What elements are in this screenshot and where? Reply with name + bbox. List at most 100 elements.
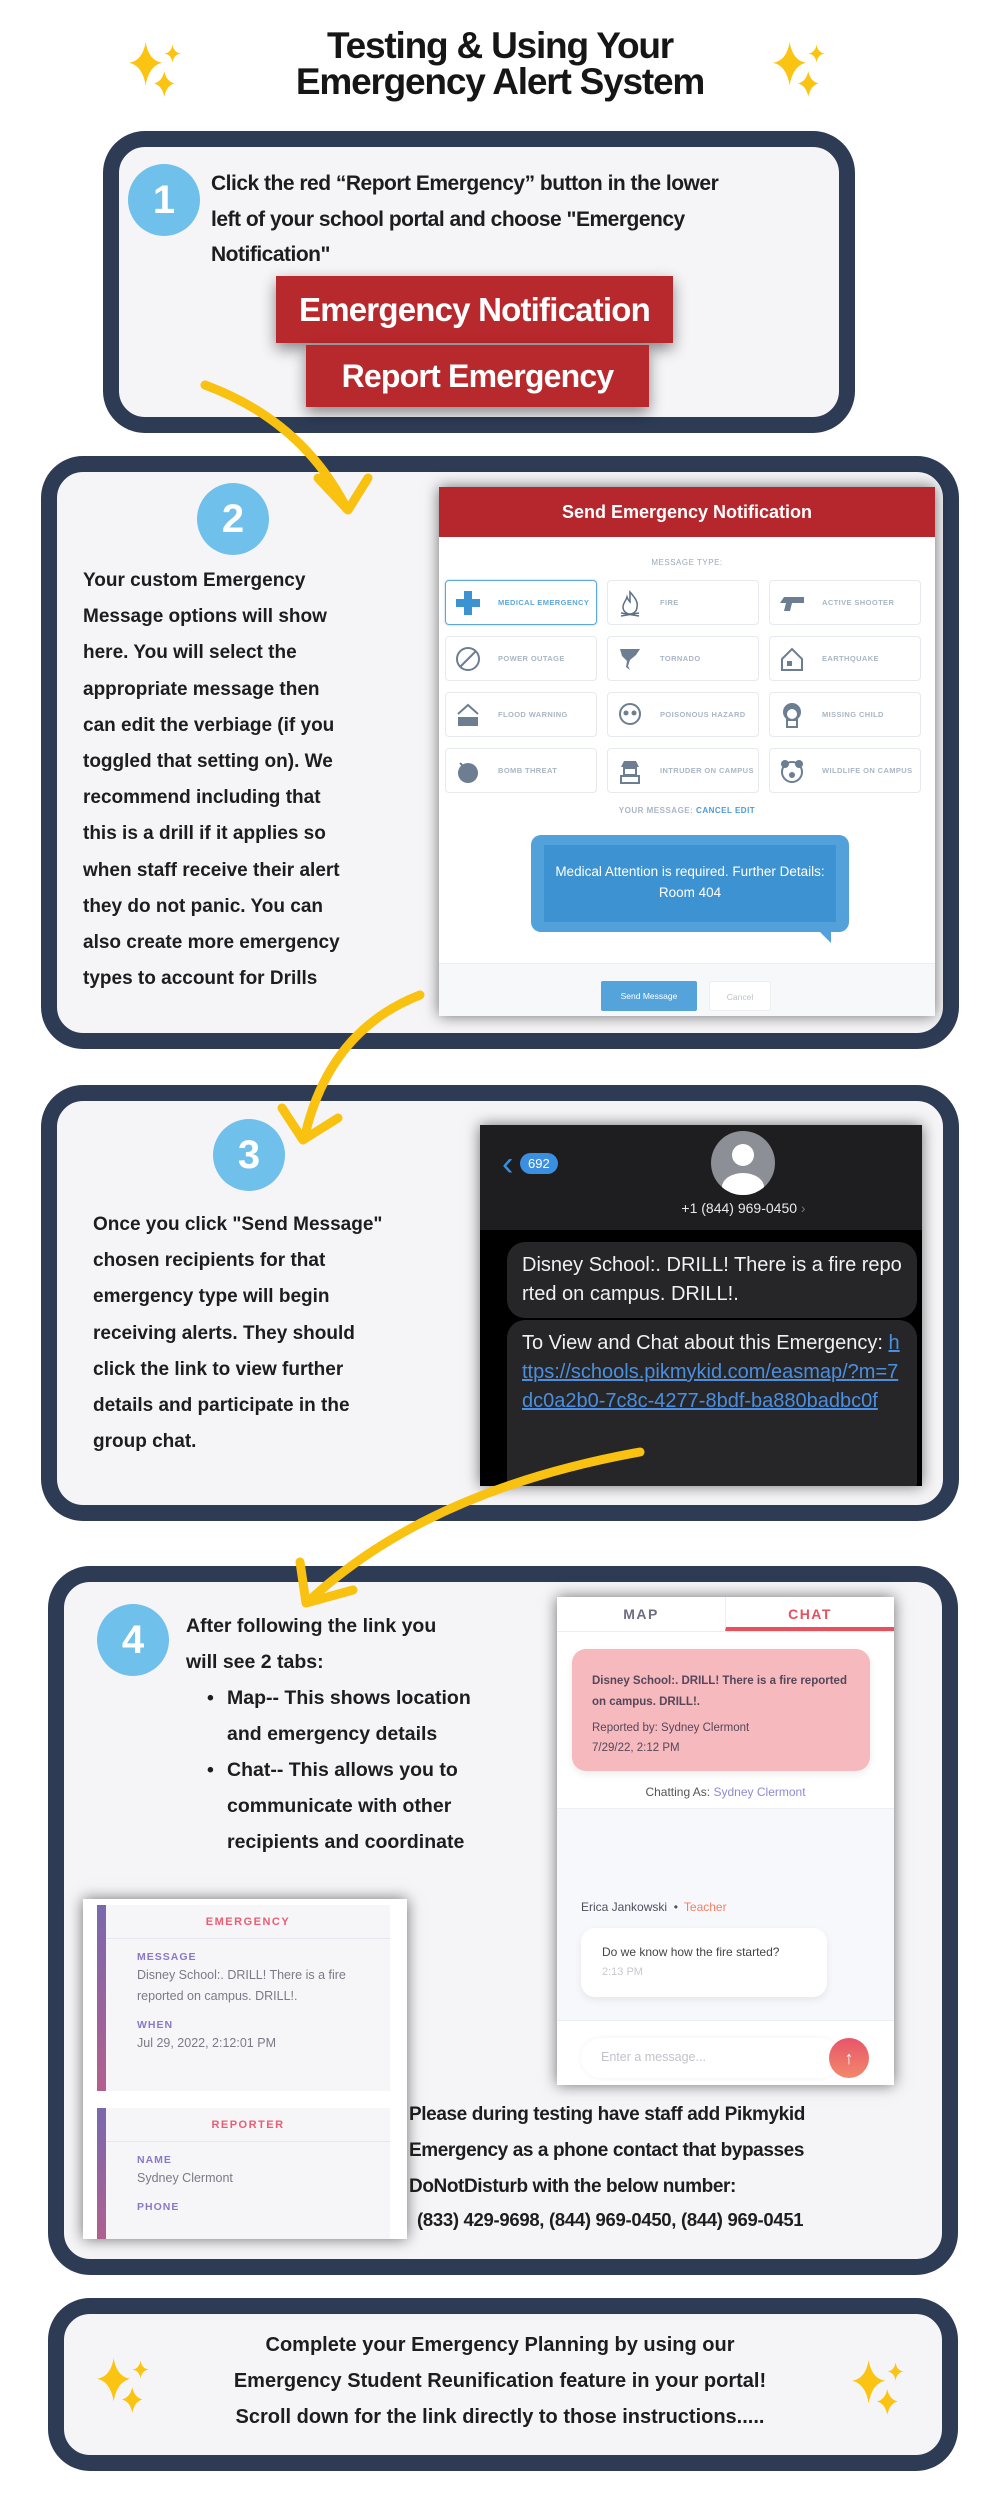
power-outage-icon xyxy=(456,646,480,671)
message-type-label: ACTIVE SHOOTER xyxy=(822,598,895,607)
text-line: Once you click "Send Message" xyxy=(93,1214,383,1235)
step-number-4: 4 xyxy=(97,1604,169,1676)
skull-icon xyxy=(619,702,641,725)
text-line: receiving alerts. They should xyxy=(93,1322,355,1344)
text-line: Message options will show xyxy=(83,606,327,628)
cancel-edit-link[interactable]: CANCEL EDIT xyxy=(696,806,755,815)
message-type-label: MESSAGE TYPE: xyxy=(651,558,723,567)
tornado-icon xyxy=(620,648,640,670)
text-line: and emergency details xyxy=(227,1723,438,1745)
message-input[interactable]: Enter a message... xyxy=(581,2038,841,2078)
sms-header: ‹ 692 +1 (844) 969-0450 › xyxy=(480,1125,922,1230)
tab-list-item-chat: • Chat-- This allows you to communicate wi… xyxy=(207,1752,537,1860)
medical-cross-icon xyxy=(456,590,480,615)
message-type-power-outage[interactable]: POWER OUTAGE xyxy=(445,636,597,681)
tab-list: • Map-- This shows location and emergency … xyxy=(207,1680,537,1860)
tab-chat[interactable]: CHAT xyxy=(725,1597,894,1631)
text-line: Chat-- This allows you to xyxy=(227,1759,458,1781)
text-line: details and participate in the xyxy=(93,1395,350,1417)
contact-number[interactable]: +1 (844) 969-0450 › xyxy=(480,1200,922,1216)
text-line: chosen recipients for that xyxy=(93,1250,326,1272)
text-line: After following the link you xyxy=(186,1615,437,1637)
text-line: here. You will select the xyxy=(83,642,297,664)
text-line: types to account for Drills xyxy=(83,968,318,990)
fire-icon xyxy=(620,589,640,617)
message-type-wildlife-on-campus[interactable]: WILDLIFE ON CAMPUS xyxy=(769,748,921,793)
text-line: recommend including that xyxy=(83,787,321,809)
message-type-label: WILDLIFE ON CAMPUS xyxy=(822,766,913,775)
message-type-tornado[interactable]: TORNADO xyxy=(607,636,759,681)
chat-screenshot: MAP CHAT Disney School:. DRILL! There is… xyxy=(557,1597,894,2085)
text-line: communicate with other xyxy=(227,1795,452,1817)
text-line: Emergency Student Reunification feature … xyxy=(233,2370,767,2392)
message-type-label: BOMB THREAT xyxy=(498,766,558,775)
text-line: Your custom Emergency xyxy=(83,570,306,591)
send-arrow-icon[interactable]: ↑ xyxy=(829,2038,869,2078)
step-4-intro: After following the link you will see 2 t… xyxy=(186,1608,436,1680)
text-line: recipients and coordinate xyxy=(227,1831,465,1853)
send-message-button[interactable]: Send Message xyxy=(601,981,697,1011)
emergency-details-card: EMERGENCY MESSAGE Disney School:. DRILL!… xyxy=(83,1899,407,2239)
closing-text: Complete your Emergency Planning by usin… xyxy=(130,2327,870,2435)
message-type-label: FIRE xyxy=(660,598,679,607)
report-emergency-button[interactable]: Report Emergency xyxy=(306,345,649,407)
bubble-tail xyxy=(819,931,831,943)
message-type-poisonous-hazard[interactable]: POISONOUS HAZARD xyxy=(607,692,759,737)
text-line: appropriate message then xyxy=(83,678,320,700)
step-1-text: Click the red “Report Emergency” button … xyxy=(211,166,719,273)
message-sender: Erica Jankowski • Teacher xyxy=(581,1900,727,1914)
step-2-text: Your custom Emergency Message options wil… xyxy=(83,563,340,997)
emergency-phone-numbers: (833) 429-9698, (844) 969-0450, (844) 96… xyxy=(417,2209,804,2230)
message-type-fire[interactable]: FIRE xyxy=(607,580,759,625)
tab-map[interactable]: MAP xyxy=(557,1597,725,1631)
message-type-medical-emergency[interactable]: MEDICAL EMERGENCY xyxy=(445,580,597,625)
sms-bubble: Disney School:. DRILL! There is a fire r… xyxy=(507,1242,917,1318)
alert-card: Disney School:. DRILL! There is a fire r… xyxy=(572,1649,870,1771)
text-line: emergency type will begin xyxy=(93,1286,330,1308)
text-line: also create more emergency xyxy=(83,932,340,954)
cancel-button[interactable]: Cancel xyxy=(709,981,771,1011)
step-number-1: 1 xyxy=(128,164,200,236)
message-type-grid: MEDICAL EMERGENCY FIRE ACTIVE SHOOTER POWER… xyxy=(445,580,929,793)
chat-message-bubble: Do we know how the fire started? 2:13 PM xyxy=(581,1928,827,1997)
message-type-bomb-threat[interactable]: BOMB THREAT xyxy=(445,748,597,793)
text-line: click the link to view further xyxy=(93,1358,344,1380)
text-line: group chat. xyxy=(93,1431,197,1453)
sms-screenshot: ‹ 692 +1 (844) 969-0450 › Disney School:… xyxy=(480,1125,922,1486)
message-type-label: POWER OUTAGE xyxy=(498,654,565,663)
message-type-label: EARTHQUAKE xyxy=(822,654,879,663)
sparkle-icon xyxy=(122,38,190,100)
tab-list-item-map: • Map-- This shows location and emergency … xyxy=(207,1680,537,1752)
message-preview-bubble: Medical Attention is required. Further D… xyxy=(531,835,849,932)
text-line: Please during testing have staff add Pik… xyxy=(409,2104,805,2125)
unread-count-badge[interactable]: 692 xyxy=(520,1153,558,1174)
message-type-missing-child[interactable]: MISSING CHILD xyxy=(769,692,921,737)
text-line: this is a drill if it applies so xyxy=(83,823,326,845)
message-type-intruder-on-campus[interactable]: INTRUDER ON CAMPUS xyxy=(607,748,759,793)
gun-icon xyxy=(780,596,804,611)
chat-messages: Erica Jankowski • Teacher Do we know how … xyxy=(557,1808,894,2021)
back-chevron-icon[interactable]: ‹ xyxy=(502,1147,513,1181)
text-line: Complete your Emergency Planning by usin… xyxy=(265,2334,735,2356)
text-line: DoNotDisturb with the below number: xyxy=(409,2176,736,2197)
message-type-active-shooter[interactable]: ACTIVE SHOOTER xyxy=(769,580,921,625)
chevron-right-icon: › xyxy=(800,1200,806,1216)
message-type-label: MEDICAL EMERGENCY xyxy=(498,598,590,607)
step-3-text: Once you click "Send Message" chosen reci… xyxy=(93,1207,382,1460)
step-number-2: 2 xyxy=(197,483,269,555)
message-type-flood-warning[interactable]: FLOOD WARNING xyxy=(445,692,597,737)
bullet-dot: • xyxy=(207,1759,214,1781)
reporter-section: REPORTER NAME Sydney Clermont PHONE xyxy=(97,2108,390,2239)
message-type-label: INTRUDER ON CAMPUS xyxy=(660,766,754,775)
emergency-notification-button[interactable]: Emergency Notification xyxy=(276,276,673,343)
message-type-earthquake[interactable]: EARTHQUAKE xyxy=(769,636,921,681)
send-emergency-notification-screenshot: Send Emergency Notification MESSAGE TYPE… xyxy=(439,487,935,1016)
dnd-note: Please during testing have staff add Pik… xyxy=(409,2097,805,2205)
contact-avatar-icon xyxy=(711,1131,775,1195)
flood-house-icon xyxy=(457,703,479,726)
chatting-as: Chatting As: Sydney Clermont xyxy=(645,1785,806,1799)
message-type-label: TORNADO xyxy=(660,654,701,663)
modal-header: Send Emergency Notification xyxy=(439,487,935,537)
text-line: will see 2 tabs: xyxy=(186,1651,324,1673)
text-line: Map-- This shows location xyxy=(227,1687,471,1709)
